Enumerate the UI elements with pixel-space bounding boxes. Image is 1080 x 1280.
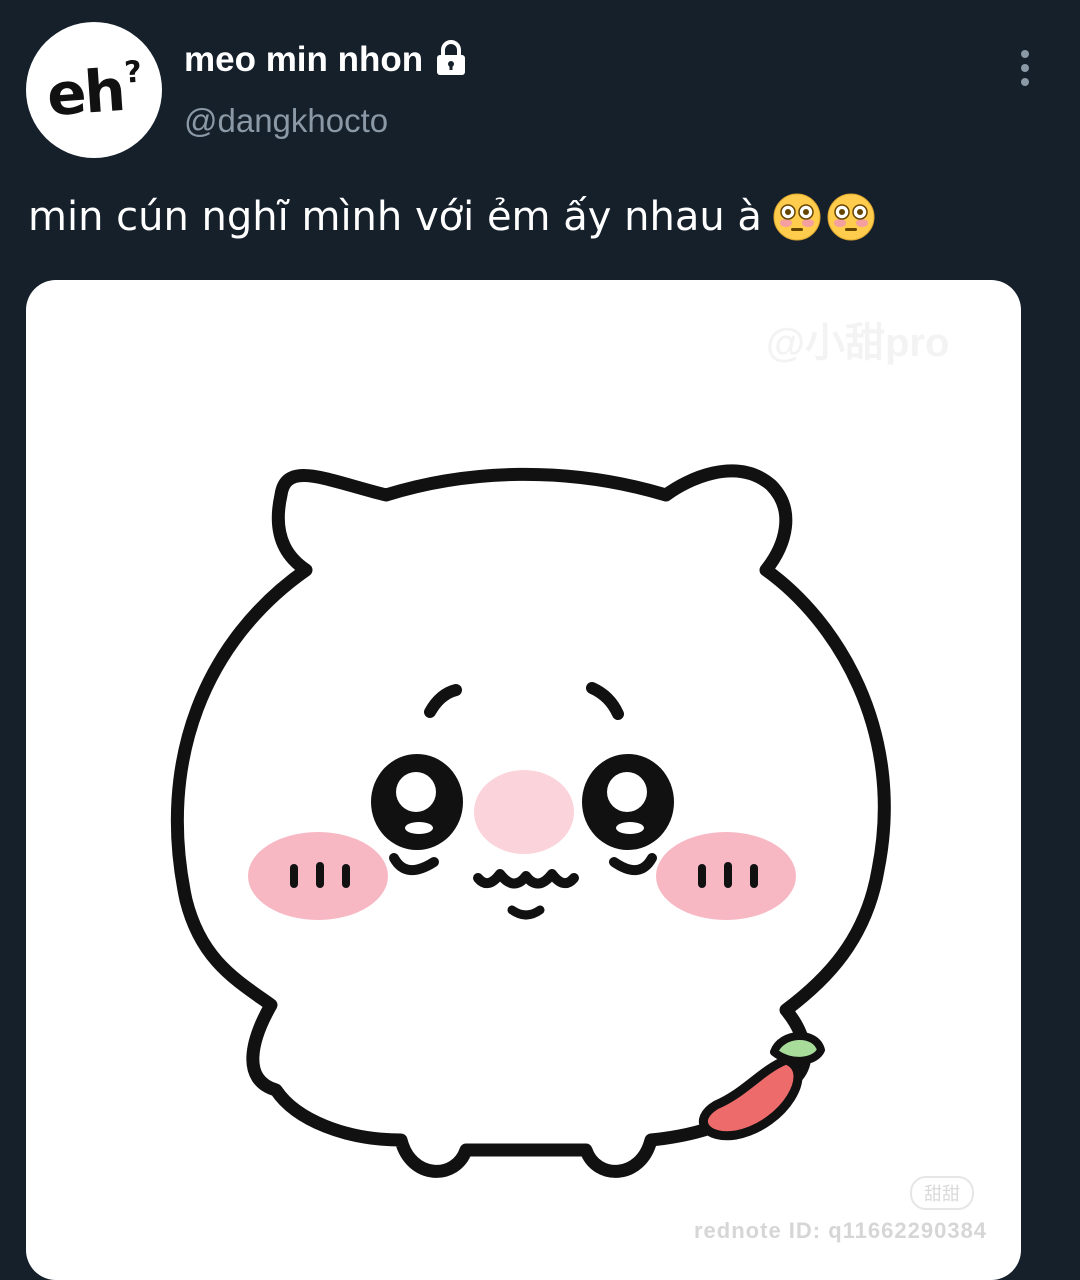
- avatar[interactable]: eh?: [26, 22, 162, 158]
- watermark-top: @小甜pro: [766, 321, 950, 365]
- flushed-face-emoji-icon: [773, 193, 821, 241]
- user-handle[interactable]: @dangkhocto: [184, 102, 388, 140]
- nose: [474, 770, 574, 854]
- mouth: [473, 869, 579, 889]
- emoji-group: [772, 192, 876, 242]
- display-name-row: meo min nhon: [184, 40, 469, 80]
- bear-illustration: [170, 464, 891, 1178]
- more-options-button[interactable]: [1008, 46, 1042, 90]
- flushed-face-emoji-icon: [827, 193, 875, 241]
- watermark-badge: 甜甜: [910, 1176, 974, 1210]
- avatar-mark: ?: [123, 54, 141, 91]
- display-name[interactable]: meo min nhon: [184, 40, 423, 80]
- more-dot-icon: [1021, 64, 1029, 72]
- tweet-text: min cún nghĩ mình với ẻm ấy nhau à: [28, 194, 762, 240]
- more-dot-icon: [1021, 50, 1029, 58]
- avatar-text: eh: [44, 56, 126, 130]
- more-dot-icon: [1021, 78, 1029, 86]
- tweet-text-row: min cún nghĩ mình với ẻm ấy nhau à: [28, 192, 876, 242]
- tweet-media-image[interactable]: @小甜pro 甜甜 rednote ID: q11662290384: [26, 280, 1021, 1280]
- lock-icon: [437, 40, 466, 75]
- watermark-id: rednote ID: q11662290384: [694, 1218, 988, 1243]
